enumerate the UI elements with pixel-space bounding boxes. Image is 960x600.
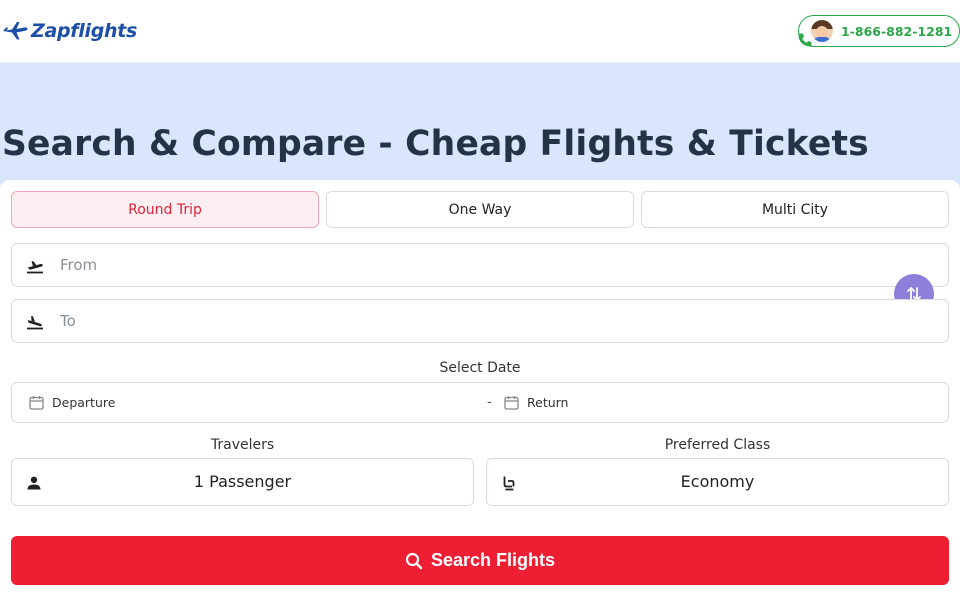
takeoff-icon (27, 261, 43, 274)
preferred-class-label: Preferred Class (664, 437, 771, 453)
to-placeholder: To (60, 312, 76, 330)
tab-label: Multi City (761, 201, 829, 218)
travelers-label: Travelers (210, 437, 275, 453)
calendar-icon (29, 396, 44, 410)
tab-label: One Way (448, 201, 512, 218)
logo[interactable]: Zapflights (2, 20, 137, 42)
calendar-icon (504, 396, 519, 410)
departure-label: Departure (52, 395, 116, 410)
from-input[interactable]: From (11, 243, 949, 287)
landing-icon (27, 316, 43, 330)
return-date-input[interactable]: Return (504, 395, 568, 410)
plane-logo-icon (3, 22, 28, 40)
phone-number: 1-866-882-1281 (841, 24, 953, 39)
select-date-label: Select Date (439, 360, 521, 376)
tab-round-trip[interactable]: Round Trip (11, 191, 319, 228)
tab-one-way[interactable]: One Way (326, 191, 634, 228)
from-placeholder: From (60, 256, 98, 274)
search-flights-button[interactable]: Search Flights (11, 536, 949, 585)
site-header: Zapflights 1-866-882-1281 (0, 0, 960, 63)
travelers-value: 1 Passenger (193, 472, 292, 491)
to-input[interactable]: To (11, 299, 949, 343)
tab-multi-city[interactable]: Multi City (641, 191, 949, 228)
agent-avatar (811, 20, 833, 42)
date-range-input: Departure - Return (11, 382, 949, 423)
search-icon (405, 552, 423, 569)
call-button[interactable]: 1-866-882-1281 (798, 15, 960, 47)
phone-icon (798, 33, 812, 47)
page-title: Search & Compare - Cheap Flights & Ticke… (2, 124, 869, 164)
logo-text: Zapflights (31, 20, 138, 42)
departure-date-input[interactable]: Departure (29, 395, 115, 410)
class-select[interactable]: Economy (486, 458, 949, 506)
search-button-label: Search Flights (430, 550, 556, 570)
return-label: Return (527, 395, 569, 410)
travelers-select[interactable]: 1 Passenger (11, 458, 474, 506)
class-value: Economy (680, 472, 755, 491)
tab-label: Round Trip (128, 201, 202, 218)
date-separator: - (487, 395, 492, 410)
